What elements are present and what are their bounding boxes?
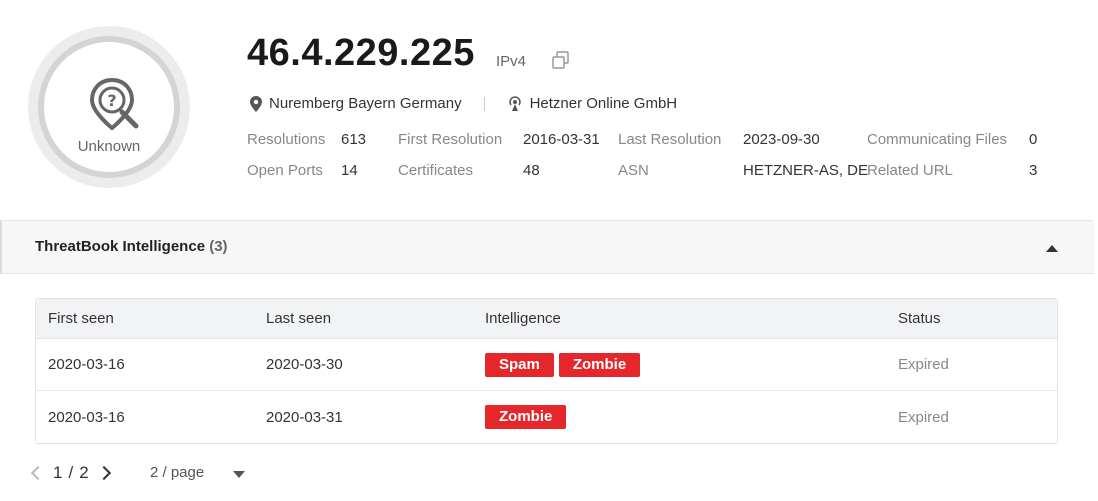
pagination: 1 / 2 (30, 463, 111, 483)
first-resolution-label: First Resolution (398, 131, 503, 148)
location-text: Nuremberg Bayern Germany (269, 95, 462, 112)
header-first-seen: First seen (48, 310, 114, 327)
intelligence-cell: Spam Zombie (485, 339, 645, 390)
broadcast-icon (508, 95, 521, 111)
asn-label: ASN (618, 162, 649, 179)
last-resolution-label: Last Resolution (618, 131, 722, 148)
last-seen-cell: 2020-03-30 (266, 356, 343, 373)
table-row: 2020-03-16 2020-03-30 Spam Zombie Expire… (36, 339, 1057, 391)
last-seen-cell: 2020-03-31 (266, 408, 343, 426)
prev-page-icon[interactable] (30, 465, 46, 481)
table-header: First seen Last seen Intelligence Status (36, 299, 1057, 339)
copy-icon[interactable] (551, 50, 571, 70)
certificates-value[interactable]: 48 (523, 162, 540, 179)
panel-title-text: ThreatBook Intelligence (35, 238, 206, 255)
page-separator: / (68, 463, 74, 482)
last-resolution-value: 2023-09-30 (743, 131, 820, 148)
unknown-location-icon: ? (89, 77, 139, 131)
ip-type: IPv4 (496, 53, 527, 70)
resolutions-value[interactable]: 613 (341, 131, 366, 148)
location-row: Nuremberg Bayern Germany Hetzner Online … (250, 95, 677, 112)
isp-text: Hetzner Online GmbH (529, 95, 678, 112)
map-pin-icon (250, 95, 262, 112)
collapse-caret-icon[interactable] (1046, 245, 1058, 252)
intel-tag[interactable]: Zombie (558, 352, 641, 377)
asn-value: HETZNER-AS, DE (743, 162, 869, 179)
ip-address: 46.4.229.225 (247, 32, 475, 74)
panel-count: (3) (209, 238, 228, 255)
related-url-value[interactable]: 3 (1029, 162, 1037, 179)
resolutions-label: Resolutions (247, 131, 326, 148)
header-intelligence: Intelligence (485, 310, 561, 327)
table-row: 2020-03-16 2020-03-31 Zombie Expired (36, 391, 1057, 443)
certificates-label: Certificates (398, 162, 474, 179)
status-cell: Expired (898, 408, 949, 426)
svg-text:?: ? (107, 91, 116, 110)
first-seen-cell: 2020-03-16 (48, 408, 125, 426)
intelligence-panel-header[interactable]: ThreatBook Intelligence (3) (0, 220, 1094, 274)
communicating-files-label: Communicating Files (867, 131, 1008, 148)
total-pages: 2 (79, 463, 89, 482)
status-cell: Expired (898, 356, 949, 373)
header-last-seen: Last seen (266, 310, 332, 327)
communicating-files-value[interactable]: 0 (1029, 131, 1037, 148)
open-ports-label: Open Ports (247, 162, 323, 179)
risk-badge-ring: ? Unknown (38, 36, 180, 178)
chevron-down-icon[interactable] (233, 471, 245, 478)
intel-tag[interactable]: Spam (485, 352, 554, 377)
current-page: 1 (53, 463, 63, 482)
open-ports-value[interactable]: 14 (341, 162, 358, 179)
intelligence-cell: Zombie (485, 391, 571, 443)
header-status: Status (898, 310, 941, 327)
panel-title: ThreatBook Intelligence (3) (35, 238, 228, 255)
intel-tag[interactable]: Zombie (485, 405, 567, 429)
first-resolution-value: 2016-03-31 (523, 131, 600, 148)
page-size-select[interactable]: 2 / page (150, 464, 204, 481)
risk-label: Unknown (77, 138, 141, 155)
meta-divider (483, 96, 485, 111)
ip-header: ? Unknown 46.4.229.225 IPv4 Nuremberg Ba… (0, 0, 1098, 220)
intelligence-table: First seen Last seen Intelligence Status… (35, 298, 1058, 444)
first-seen-cell: 2020-03-16 (48, 356, 125, 373)
next-page-icon[interactable] (96, 465, 111, 481)
related-url-label: Related URL (867, 162, 953, 179)
risk-badge: ? Unknown (28, 26, 190, 188)
